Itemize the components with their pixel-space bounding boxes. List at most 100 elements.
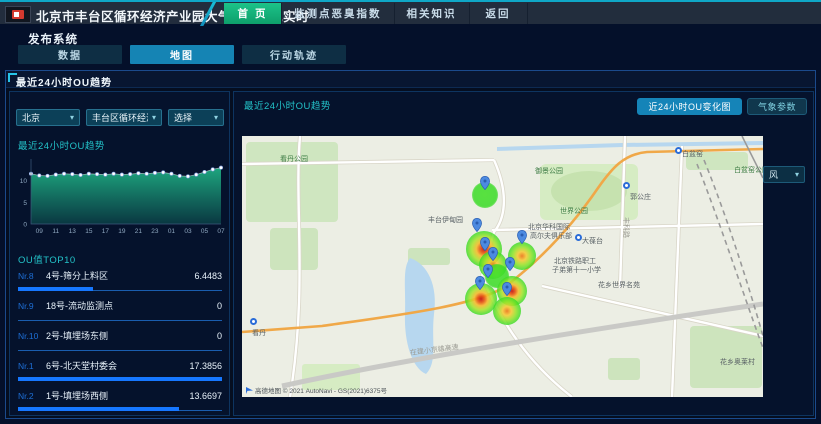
value-bar	[18, 287, 222, 291]
top-list-item[interactable]: Nr.918号-流动监测点0	[18, 294, 222, 324]
ou-top10-list: Nr.84号-筛分上料区6.4483Nr.918号-流动监测点0Nr.102号-…	[18, 264, 222, 414]
chevron-down-icon: ▾	[214, 113, 218, 122]
svg-text:05: 05	[201, 228, 209, 235]
wind-layer-value: 风	[769, 168, 778, 181]
chevron-down-icon: ▾	[70, 113, 74, 122]
filter-row: 北京 ▾ 丰台区循环经济产 ▾ 选择 ▾	[16, 109, 224, 126]
rank-label: Nr.9	[18, 301, 46, 311]
metro-station-icon	[675, 147, 682, 154]
ou-value: 6.4483	[194, 271, 222, 281]
dashboard: 北京市丰台区循环经济产业园大气恶臭状况实时 首 页监测点恶臭指数相关知识返回 发…	[0, 0, 821, 424]
svg-text:5: 5	[23, 200, 27, 207]
chevron-down-icon: ▾	[795, 170, 799, 179]
point-name: 1号-填埋场西侧	[46, 389, 189, 402]
content-container: 最近24小时OU趋势 北京 ▾ 丰台区循环经济产 ▾ 选择 ▾ 最近24小时OU…	[5, 70, 816, 419]
svg-text:03: 03	[184, 228, 192, 235]
trend-chart-title: 最近24小时OU趋势	[18, 138, 105, 152]
metro-station-icon	[623, 182, 630, 189]
top-list-item[interactable]: Nr.102号-填埋场东侧0	[18, 324, 222, 354]
svg-text:11: 11	[52, 228, 59, 235]
top-list-item[interactable]: Nr.21号-填埋场西侧13.6697	[18, 384, 222, 414]
map-label: 看丹	[252, 328, 266, 338]
rank-label: Nr.1	[18, 361, 46, 371]
weather-params-button[interactable]: 气象参数	[747, 98, 807, 115]
section-title: 最近24小时OU趋势	[16, 74, 112, 89]
map-label: 丰科路	[621, 217, 631, 238]
publish-tabs: 数据地图行动轨迹	[18, 45, 346, 64]
svg-text:0: 0	[23, 222, 27, 229]
map-pin-icon[interactable]	[502, 282, 512, 301]
app-logo	[5, 6, 31, 23]
nav-item-2[interactable]: 相关知识	[395, 3, 470, 24]
point-select[interactable]: 选择 ▾	[168, 109, 224, 126]
nav-item-1[interactable]: 监测点恶臭指数	[282, 3, 395, 24]
metro-station-icon	[250, 318, 257, 325]
publish-tab-2[interactable]: 行动轨迹	[242, 45, 346, 64]
city-select[interactable]: 北京 ▾	[16, 109, 80, 126]
trend-chart-svg: 0510091113151719212301030507	[14, 152, 226, 240]
map-pin-icon[interactable]	[472, 218, 482, 237]
ou-value: 13.6697	[189, 391, 222, 401]
top-list-item[interactable]: Nr.84号-筛分上料区6.4483	[18, 264, 222, 294]
point-name: 18号-流动监测点	[46, 299, 217, 312]
value-bar	[18, 317, 222, 321]
map-canvas[interactable]: 高德地图 © 2021 AutoNavi - GS(2021)6375号 看丹公…	[242, 136, 763, 397]
logo-icon	[12, 10, 24, 19]
svg-text:23: 23	[151, 228, 159, 235]
svg-text:17: 17	[102, 228, 110, 235]
map-label: 白盆窑	[682, 149, 703, 159]
svg-text:07: 07	[217, 228, 225, 235]
map-label: 花乡世界名苑	[598, 280, 640, 290]
metro-station-icon	[575, 234, 582, 241]
publish-tab-1[interactable]: 地图	[130, 45, 234, 64]
map-pin-icon[interactable]	[517, 230, 527, 249]
value-bar	[18, 407, 222, 411]
publish-tab-0[interactable]: 数据	[18, 45, 122, 64]
svg-text:01: 01	[168, 228, 176, 235]
map-label: 丰台伊甸园	[428, 215, 463, 225]
map-pin-icon[interactable]	[480, 176, 490, 195]
map-pin-icon[interactable]	[475, 276, 485, 295]
park-select[interactable]: 丰台区循环经济产 ▾	[86, 109, 162, 126]
heatmap-blob-orange	[493, 297, 521, 325]
map-panel: 最近24小时OU趋势 近24小时OU变化图 气象参数	[233, 91, 814, 416]
top-header: 北京市丰台区循环经济产业园大气恶臭状况实时 首 页监测点恶臭指数相关知识返回	[0, 0, 821, 24]
ou-change-chart-button[interactable]: 近24小时OU变化图	[637, 98, 742, 115]
header-divider	[196, 2, 222, 26]
map-label: 白盆窑公园	[734, 165, 763, 175]
point-name: 2号-填埋场东侧	[46, 329, 217, 342]
map-label: 大葆台	[582, 236, 603, 246]
park-select-value: 丰台区循环经济产	[92, 111, 148, 124]
sidebar-panel: 北京 ▾ 丰台区循环经济产 ▾ 选择 ▾ 最近24小时OU趋势 05100911…	[9, 91, 230, 416]
top-list-item[interactable]: Nr.16号-北天堂村委会17.3856	[18, 354, 222, 384]
svg-text:21: 21	[135, 228, 143, 235]
main-nav: 首 页监测点恶臭指数相关知识返回	[224, 3, 528, 24]
svg-text:09: 09	[36, 228, 44, 235]
map-panel-title: 最近24小时OU趋势	[244, 98, 331, 112]
point-name: 6号-北天堂村委会	[46, 359, 189, 372]
map-label: 郭公庄	[630, 192, 651, 202]
map-attribution: 高德地图 © 2021 AutoNavi - GS(2021)6375号	[246, 385, 387, 395]
map-panel-buttons: 近24小时OU变化图 气象参数	[637, 98, 807, 115]
rank-label: Nr.10	[18, 331, 46, 341]
svg-text:10: 10	[20, 178, 28, 185]
ou-value: 0	[217, 331, 222, 341]
map-label: 子弟第十一小学	[552, 265, 601, 275]
nav-item-3[interactable]: 返回	[470, 3, 528, 24]
chevron-down-icon: ▾	[152, 113, 156, 122]
nav-item-0[interactable]: 首 页	[224, 3, 282, 24]
wind-layer-select[interactable]: 风 ▾	[763, 166, 805, 183]
point-name: 4号-筛分上料区	[46, 269, 194, 282]
map-label: 花乡奥莱村	[720, 357, 755, 367]
map-label: 御景公园	[535, 166, 563, 176]
svg-text:13: 13	[69, 228, 77, 235]
rank-label: Nr.2	[18, 391, 46, 401]
section-header: 最近24小时OU趋势	[6, 71, 815, 88]
point-select-value: 选择	[174, 111, 192, 124]
amap-logo-icon	[246, 387, 253, 394]
map-label: 世界公园	[560, 206, 588, 216]
value-bar	[18, 377, 222, 381]
map-pin-icon[interactable]	[505, 257, 515, 276]
rank-label: Nr.8	[18, 271, 46, 281]
trend-chart: 0510091113151719212301030507	[14, 152, 226, 240]
